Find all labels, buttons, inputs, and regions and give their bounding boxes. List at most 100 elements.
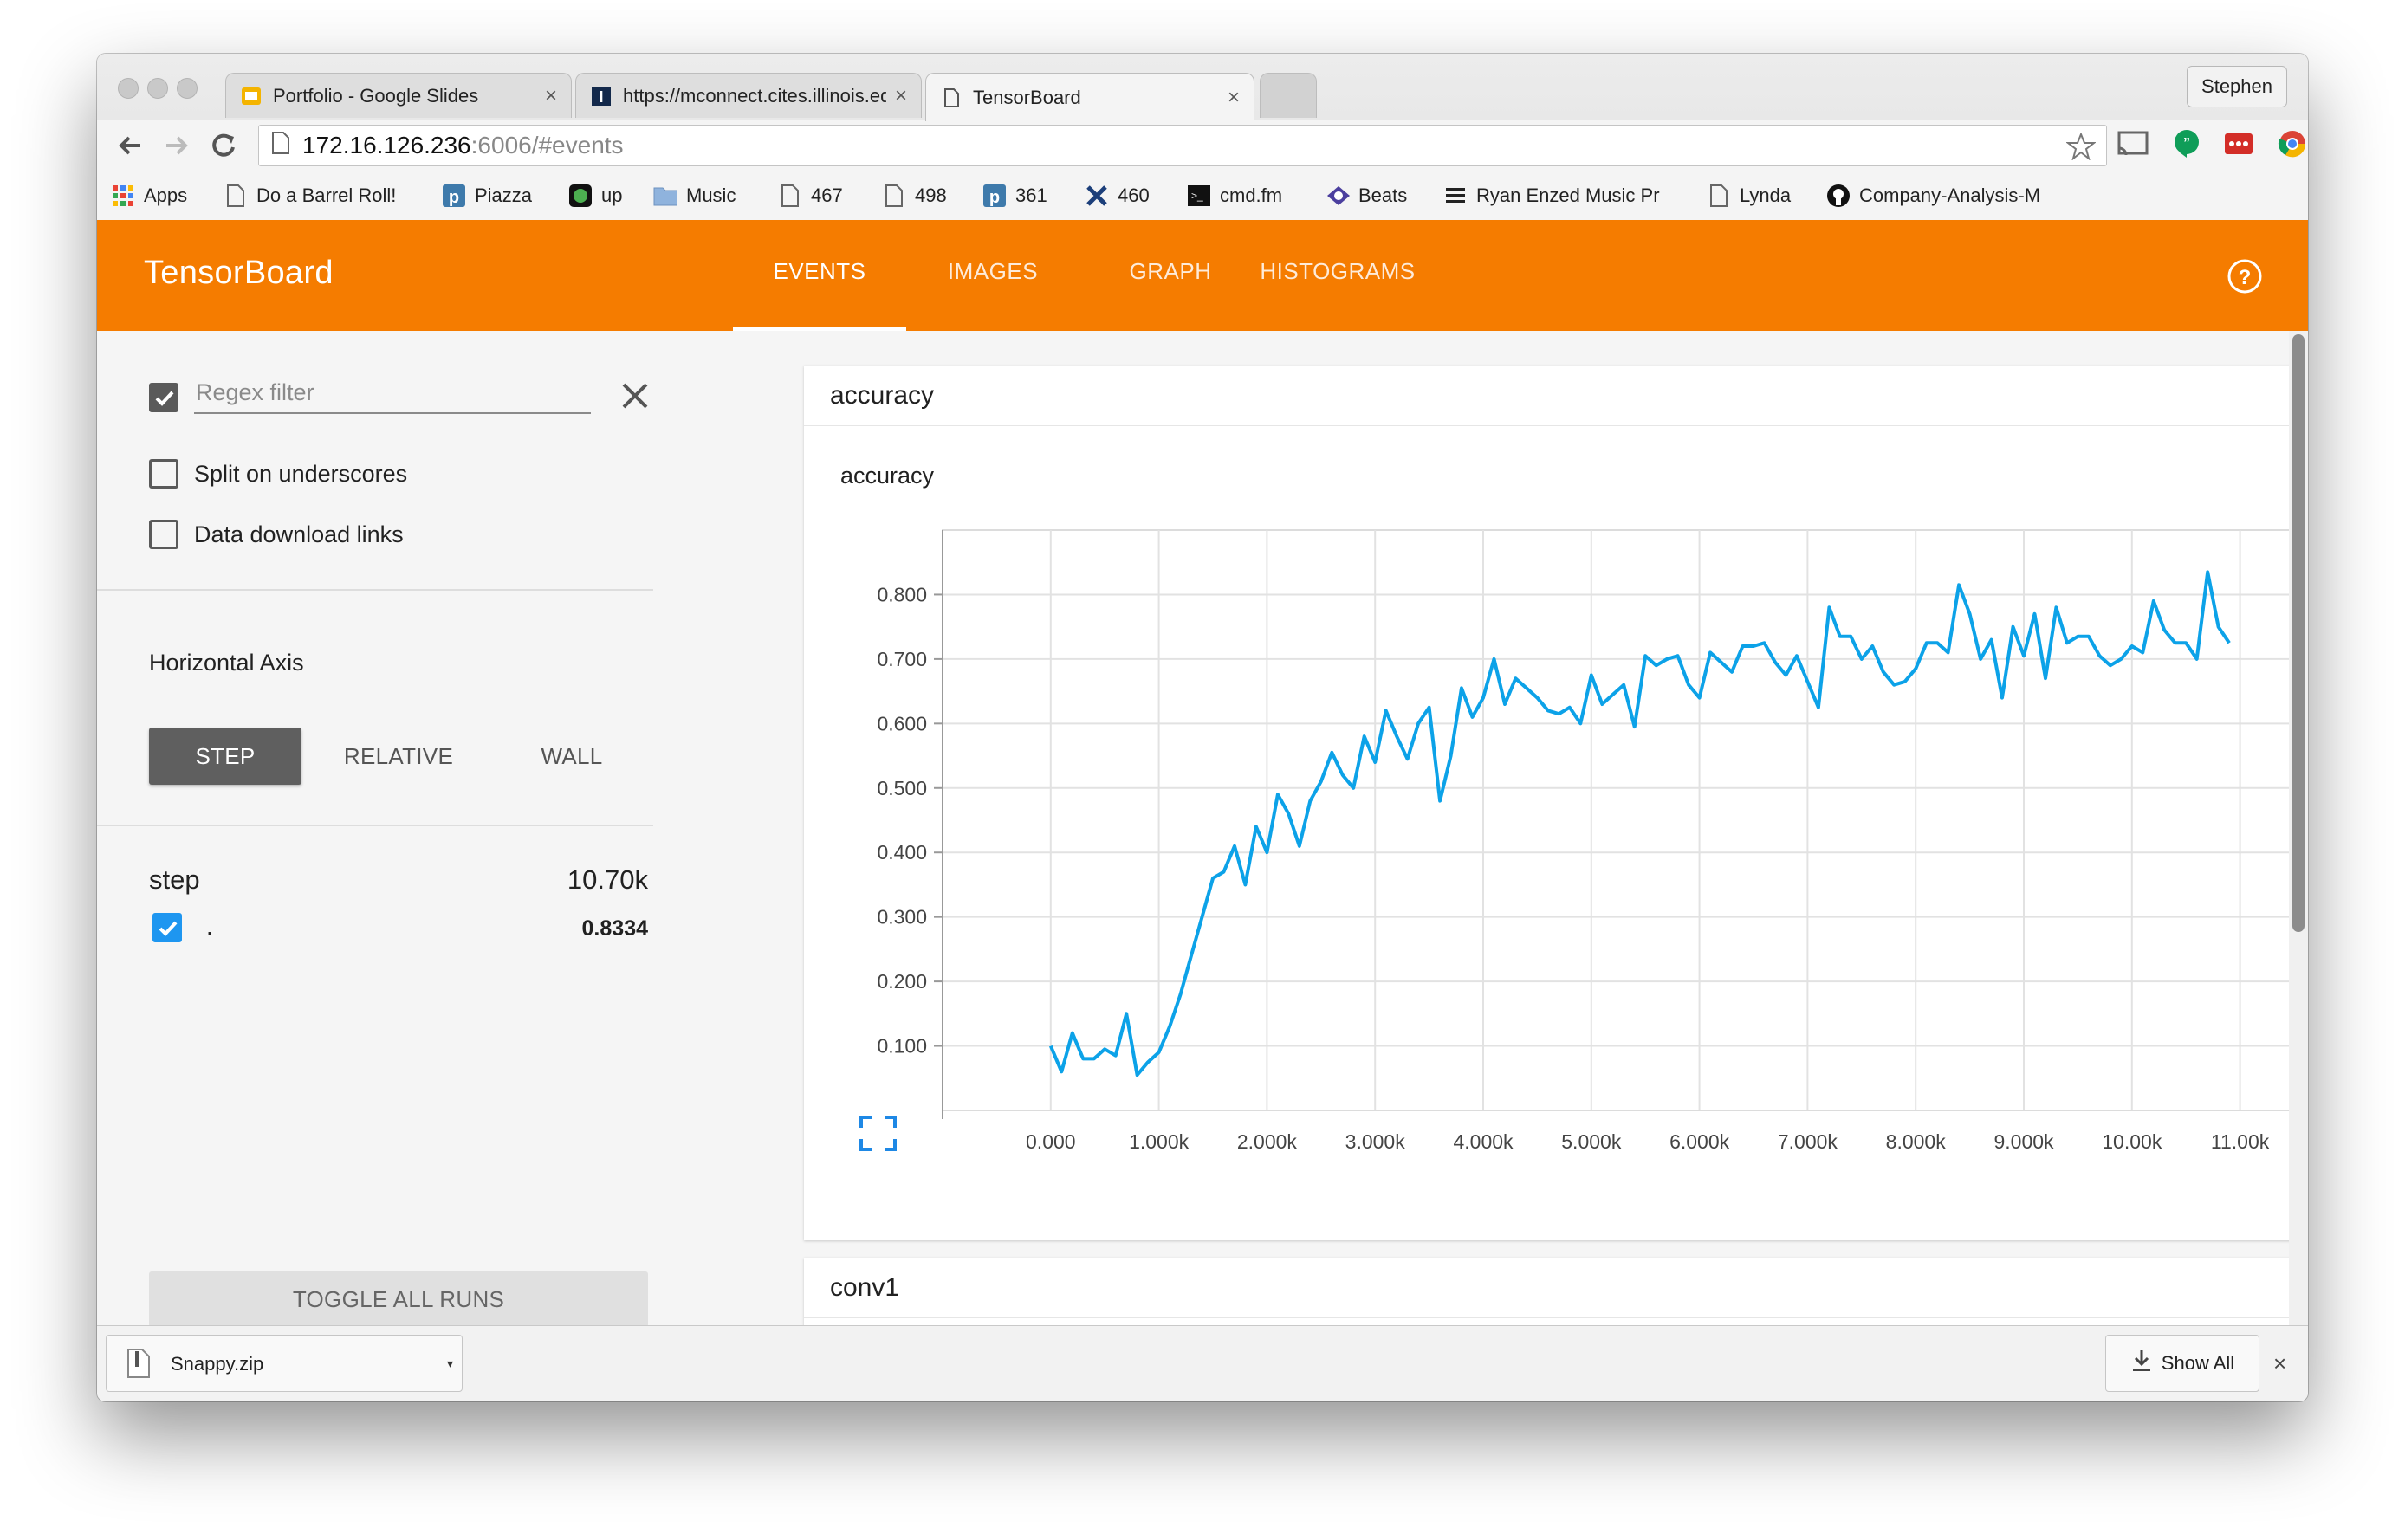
bookmark-company-analysis[interactable]: Company-Analysis-M (1826, 184, 2040, 208)
x-icon (1085, 184, 1109, 208)
bookmark-apps[interactable]: Apps (111, 184, 187, 208)
card-header[interactable]: conv1 3 (804, 1258, 2308, 1318)
tab-label: HISTOGRAMS (1260, 258, 1416, 284)
scrollbar[interactable] (2289, 331, 2308, 1325)
tab-histograms[interactable]: HISTOGRAMS (1258, 251, 1417, 331)
tab-title: https://mconnect.cites.illinois.edu (623, 84, 886, 107)
y-tick-label: 0.500 (877, 777, 927, 799)
tab-graph[interactable]: GRAPH (1125, 251, 1216, 331)
bookmark-label: Music (686, 184, 736, 206)
close-download-shelf-icon[interactable]: × (2273, 1350, 2286, 1377)
x-tick-label: 7.000k (1778, 1130, 1838, 1153)
bookmark-beats[interactable]: Beats (1326, 184, 1407, 208)
scrollbar-thumb[interactable] (2292, 334, 2305, 932)
bookmark-ryan-enzed[interactable]: Ryan Enzed Music Pr (1443, 184, 1660, 208)
bookmark-label: 361 (1015, 184, 1047, 206)
bookmark-361[interactable]: p 361 (982, 184, 1047, 208)
page-icon (224, 184, 248, 208)
run-header-label: step (149, 864, 200, 895)
bookmark-music-folder[interactable]: Music (653, 184, 736, 208)
regex-filter-input[interactable]: Regex filter (194, 376, 591, 414)
close-tab-icon[interactable]: × (1228, 86, 1240, 110)
bookmark-498[interactable]: 498 (882, 184, 947, 208)
sidebar: Regex filter Split on underscores Data d… (97, 331, 714, 1325)
bookmark-label: Piazza (475, 184, 533, 206)
card-title: conv1 (830, 1273, 900, 1302)
tab-label: IMAGES (947, 258, 1039, 284)
close-tab-icon[interactable]: × (895, 84, 907, 108)
axis-wall-button[interactable]: WALL (496, 728, 648, 785)
x-tick-label: 6.000k (1669, 1130, 1730, 1153)
forward-arrow-icon[interactable] (158, 126, 196, 165)
bookmark-label: cmd.fm (1220, 184, 1283, 206)
divider (97, 825, 653, 826)
browser-window: Portfolio - Google Slides × I https://mc… (97, 54, 2308, 1401)
clear-filter-icon[interactable] (620, 381, 650, 411)
bookmark-467[interactable]: 467 (778, 184, 843, 208)
accuracy-card: accuracy 1 accuracy 0.000 1.000k 2.000k 3.0… (804, 366, 2308, 1240)
reload-icon[interactable] (204, 126, 243, 165)
zoom-window-button[interactable] (177, 78, 198, 99)
axis-relative-button[interactable]: RELATIVE (322, 728, 475, 785)
hangouts-icon[interactable]: ” (2169, 126, 2204, 161)
up-icon (568, 184, 593, 208)
chevron-down-icon[interactable]: ▾ (438, 1336, 462, 1391)
tab-label: GRAPH (1129, 258, 1212, 284)
close-window-button[interactable] (118, 78, 139, 99)
browser-toolbar: 172.16.126.236:6006/#events ” (97, 120, 2308, 171)
horizontal-axis-title: Horizontal Axis (149, 650, 304, 676)
browser-chrome: Portfolio - Google Slides × I https://mc… (97, 54, 2308, 220)
apps-grid-icon (111, 184, 135, 208)
show-all-downloads-button[interactable]: Show All (2105, 1335, 2259, 1392)
bookmark-cmdfm[interactable]: >_ cmd.fm (1187, 184, 1282, 208)
svg-text:>_: >_ (1191, 190, 1203, 202)
url-host: 172.16.126.236 (302, 132, 471, 159)
browser-tab-slides[interactable]: Portfolio - Google Slides × (225, 73, 572, 118)
lastpass-icon[interactable] (2221, 126, 2256, 161)
bookmark-460[interactable]: 460 (1085, 184, 1150, 208)
toggle-all-runs-button[interactable]: TOGGLE ALL RUNS (149, 1271, 648, 1325)
tab-images[interactable]: IMAGES (906, 251, 1079, 331)
minimize-window-button[interactable] (147, 78, 168, 99)
split-underscores-label: Split on underscores (194, 461, 408, 487)
browser-tab-tensorboard[interactable]: TensorBoard × (925, 73, 1254, 121)
accuracy-chart: accuracy 0.000 1.000k 2.000k 3.000k 4.000k 5.… (840, 463, 2295, 1153)
bookmark-label: 467 (811, 184, 843, 206)
data-download-checkbox[interactable] (149, 520, 178, 549)
new-tab-button[interactable] (1260, 73, 1317, 118)
page-icon (940, 87, 963, 109)
split-underscores-checkbox[interactable] (149, 459, 178, 489)
profile-button[interactable]: Stephen (2187, 66, 2287, 107)
google-slides-icon (240, 85, 263, 107)
x-tick-label: 3.000k (1345, 1130, 1406, 1153)
bookmark-piazza[interactable]: p Piazza (442, 184, 532, 208)
download-file-name: Snappy.zip (171, 1353, 264, 1375)
bookmark-lynda[interactable]: Lynda (1707, 184, 1791, 208)
address-bar[interactable]: 172.16.126.236:6006/#events (258, 125, 2107, 166)
card-header[interactable]: accuracy 1 (804, 366, 2308, 426)
axis-step-button[interactable]: STEP (149, 728, 301, 785)
x-tick-label: 1.000k (1129, 1130, 1190, 1153)
tensorboard-content: Regex filter Split on underscores Data d… (97, 331, 2308, 1325)
tensorboard-header: TensorBoard EVENTS IMAGES GRAPH HISTOGRA… (97, 220, 2308, 331)
regex-checkbox[interactable] (149, 383, 178, 412)
bookmark-star-icon[interactable] (2065, 132, 2097, 166)
cast-icon[interactable] (2116, 126, 2150, 161)
back-arrow-icon[interactable] (111, 126, 149, 165)
bookmark-barrel-roll[interactable]: Do a Barrel Roll! (224, 184, 396, 208)
beats-icon (1326, 184, 1350, 208)
chart-title: accuracy (840, 463, 935, 489)
browser-tab-mconnect[interactable]: I https://mconnect.cites.illinois.edu × (575, 73, 922, 118)
chrome-extension-icon[interactable] (2275, 126, 2308, 161)
y-tick-label: 0.200 (877, 970, 927, 993)
tab-events[interactable]: EVENTS (733, 251, 906, 331)
expand-chart-icon[interactable] (859, 1116, 897, 1151)
help-icon[interactable]: ? (2227, 258, 2263, 294)
menu-lines-icon (1443, 184, 1468, 208)
download-item[interactable]: Snappy.zip ▾ (106, 1335, 463, 1392)
bookmark-up[interactable]: up (568, 184, 622, 208)
run-checkbox[interactable] (152, 913, 182, 942)
plot-frame (942, 529, 2295, 1111)
close-tab-icon[interactable]: × (545, 84, 557, 108)
page-icon (1707, 184, 1731, 208)
